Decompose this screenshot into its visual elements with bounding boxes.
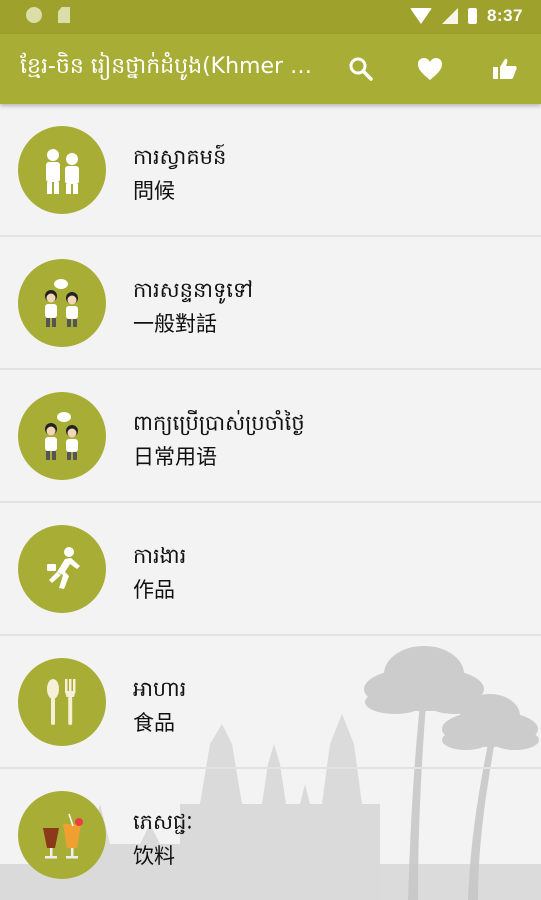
item-chinese-label: 食品 [133, 711, 175, 735]
item-chinese-label: 日常用语 [133, 445, 217, 469]
list-item-daily-words[interactable]: ពាក្យប្រើប្រាស់ប្រចាំថ្ងៃ 日常用语 [0, 370, 541, 503]
list-item-conversation[interactable]: ការសន្ទនាទូទៅ 一般對話 [0, 237, 541, 370]
category-avatar [18, 259, 106, 347]
thumbs-up-icon [493, 58, 517, 79]
greeting-people-icon [46, 149, 79, 194]
category-avatar [18, 658, 106, 746]
rate-button[interactable] [490, 54, 520, 84]
battery-icon [467, 8, 477, 24]
app-title: ខ្មែរ-ចិន រៀនថ្នាក់ដំបូង(Khmer C... [20, 54, 326, 79]
status-time: 8:37 [486, 6, 523, 25]
category-avatar [18, 392, 106, 480]
wifi-icon [409, 8, 432, 24]
sd-card-icon [58, 7, 70, 23]
app-bar: ខ្មែរ-ចិន រៀនថ្នាក់ដំបូង(Khmer C... [0, 34, 541, 104]
status-bar: 8:37 [0, 0, 541, 34]
notification-dot-icon [26, 7, 42, 23]
item-chinese-label: 饮料 [133, 844, 175, 868]
item-chinese-label: 一般對話 [133, 312, 217, 336]
list-item-work[interactable]: ការងារ 作品 [0, 503, 541, 636]
list-item-drinks[interactable]: ភេសជ្ជៈ 饮料 [0, 769, 541, 900]
heart-icon [418, 58, 442, 80]
item-khmer-label: ការស្វាគមន៍ [133, 145, 227, 169]
item-khmer-label: ការសន្ទនាទូទៅ [133, 278, 253, 302]
item-khmer-label: ពាក្យប្រើប្រាស់ប្រចាំថ្ងៃ [133, 411, 305, 435]
item-khmer-label: ការងារ [133, 544, 187, 568]
item-khmer-label: អាហារ [133, 677, 187, 701]
category-avatar [18, 791, 106, 879]
signal-icon [441, 8, 458, 24]
favorites-button[interactable] [415, 54, 445, 84]
category-avatar [18, 525, 106, 613]
category-avatar [18, 126, 106, 214]
spoon-fork-icon [47, 679, 76, 725]
daily-talk-icon [45, 412, 78, 460]
item-khmer-label: ភេសជ្ជៈ [133, 810, 193, 834]
search-button[interactable] [346, 54, 376, 84]
work-runner-icon [47, 547, 80, 589]
item-chinese-label: 問候 [133, 179, 175, 203]
category-list: ការស្វាគមន៍ 問候 ការសន្ទនាទូទៅ 一般對話 ពាក្យប… [0, 104, 541, 900]
item-chinese-label: 作品 [133, 578, 175, 602]
list-item-greeting[interactable]: ការស្វាគមន៍ 問候 [0, 104, 541, 237]
drinks-icon [43, 813, 83, 859]
list-item-food[interactable]: អាហារ 食品 [0, 636, 541, 769]
search-icon [349, 57, 373, 81]
conversation-icon [45, 279, 78, 327]
